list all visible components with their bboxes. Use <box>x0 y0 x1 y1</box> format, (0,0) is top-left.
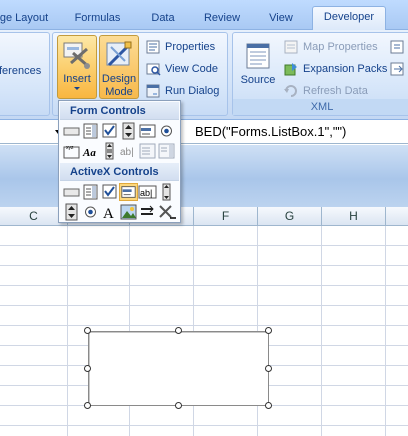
column-header-I[interactable] <box>386 207 408 226</box>
combo-box-icon[interactable] <box>81 122 100 140</box>
expansion-packs-label: Expansion Packs <box>303 63 388 75</box>
export-icon <box>390 62 404 76</box>
resize-handle-left[interactable] <box>84 365 91 372</box>
code-group: ferences <box>0 32 50 116</box>
combo-box-icon[interactable] <box>81 183 100 201</box>
listbox-control[interactable] <box>88 331 269 406</box>
expansion-packs-icon <box>284 63 297 76</box>
run-dialog-icon <box>146 84 160 98</box>
properties-icon <box>146 40 160 54</box>
tab-review[interactable]: Review <box>200 8 244 30</box>
spin-button-icon[interactable] <box>62 203 81 221</box>
list-box-icon[interactable] <box>138 122 157 140</box>
map-properties-button[interactable]: Map Properties <box>283 37 378 57</box>
resize-handle-top[interactable] <box>175 327 182 334</box>
tab-page-layout[interactable]: ge Layout <box>0 8 50 30</box>
tab-developer[interactable]: Developer <box>312 6 386 31</box>
combo-drop-down-edit-icon[interactable] <box>157 142 176 160</box>
form-controls-header: Form Controls <box>60 102 179 120</box>
grid-line <box>67 226 68 436</box>
button-icon[interactable] <box>62 122 81 140</box>
column-header-G[interactable]: G <box>258 207 322 226</box>
svg-text:Aa: Aa <box>82 147 96 159</box>
expansion-packs-button[interactable]: Expansion Packs <box>283 59 387 79</box>
xml-group-label: XML <box>233 99 408 115</box>
references-button[interactable]: ferences <box>0 61 41 81</box>
references-label: ferences <box>0 65 42 77</box>
insert-label: Insert <box>63 73 91 85</box>
resize-handle-bottom[interactable] <box>175 402 182 409</box>
text-field-icon[interactable]: ab| <box>119 142 138 160</box>
image-icon[interactable] <box>119 203 138 221</box>
properties-label: Properties <box>165 41 216 53</box>
run-dialog-button[interactable]: Run Dialog <box>145 81 219 101</box>
refresh-data-label: Refresh Data <box>303 85 368 97</box>
more-controls-icon[interactable] <box>157 203 176 221</box>
svg-text:A: A <box>103 206 114 221</box>
tab-view[interactable]: View <box>265 8 297 30</box>
resize-handle-bottom-right[interactable] <box>265 402 272 409</box>
label-icon[interactable]: Aa <box>81 142 100 160</box>
refresh-icon <box>284 85 297 98</box>
spin-button-icon[interactable] <box>119 122 138 140</box>
group-box-icon[interactable]: xyz <box>62 142 81 160</box>
import-button[interactable] <box>389 37 408 57</box>
option-button-icon[interactable] <box>157 122 176 140</box>
scroll-bar-icon[interactable] <box>157 183 176 201</box>
grid-line <box>321 226 322 436</box>
view-code-button[interactable]: View Code <box>145 59 218 79</box>
tab-formulas[interactable]: Formulas <box>70 8 125 30</box>
map-properties-label: Map Properties <box>303 41 378 53</box>
design-mode-label: Design Mode <box>101 73 137 98</box>
svg-text:ab|: ab| <box>140 188 152 198</box>
check-box-icon[interactable] <box>100 122 119 140</box>
design-mode-icon <box>106 41 132 67</box>
svg-text:ab|: ab| <box>120 147 134 158</box>
resize-handle-top-left[interactable] <box>84 327 91 334</box>
xml-group: Source Map Properties Expansion Packs Re… <box>232 32 408 116</box>
svg-text:xyz: xyz <box>66 145 74 151</box>
resize-handle-bottom-left[interactable] <box>84 402 91 409</box>
combo-list-edit-icon[interactable] <box>138 142 157 160</box>
text-box-icon[interactable]: ab| <box>138 183 157 201</box>
insert-controls-icon <box>63 42 90 69</box>
properties-button[interactable]: Properties <box>145 37 215 57</box>
tab-data[interactable]: Data <box>146 8 180 30</box>
column-header-F[interactable]: F <box>194 207 258 226</box>
design-mode-button[interactable]: Design Mode <box>99 35 139 99</box>
command-button-icon[interactable] <box>62 183 81 201</box>
insert-controls-dropdown: Form Controls xyz Aa ab| ActiveX Control… <box>58 100 181 223</box>
list-box-icon[interactable] <box>119 183 138 201</box>
scroll-bar-icon[interactable] <box>100 142 119 160</box>
source-label: Source <box>240 74 276 86</box>
import-icon <box>390 40 404 54</box>
export-button[interactable] <box>389 59 408 79</box>
view-code-icon <box>146 63 161 76</box>
ribbon-tab-bar: ge Layout Formulas Data Review View Deve… <box>0 0 408 31</box>
source-icon <box>246 43 270 69</box>
label-icon[interactable]: A <box>100 203 119 221</box>
refresh-data-button[interactable]: Refresh Data <box>283 81 368 101</box>
view-code-label: View Code <box>165 63 218 75</box>
run-dialog-label: Run Dialog <box>165 85 220 97</box>
toggle-button-icon[interactable] <box>138 203 157 221</box>
resize-handle-top-right[interactable] <box>265 327 272 334</box>
grid-line <box>385 226 386 436</box>
activex-controls-header: ActiveX Controls <box>60 163 179 181</box>
column-header-H[interactable]: H <box>322 207 386 226</box>
formula-text[interactable]: BED("Forms.ListBox.1","") <box>195 124 346 139</box>
resize-handle-right[interactable] <box>265 365 272 372</box>
source-button[interactable]: Source <box>237 37 279 97</box>
map-properties-icon <box>284 40 298 54</box>
insert-button[interactable]: Insert <box>57 35 97 99</box>
chevron-down-icon <box>74 87 80 90</box>
check-box-icon[interactable] <box>100 183 119 201</box>
option-button-icon[interactable] <box>81 203 100 221</box>
